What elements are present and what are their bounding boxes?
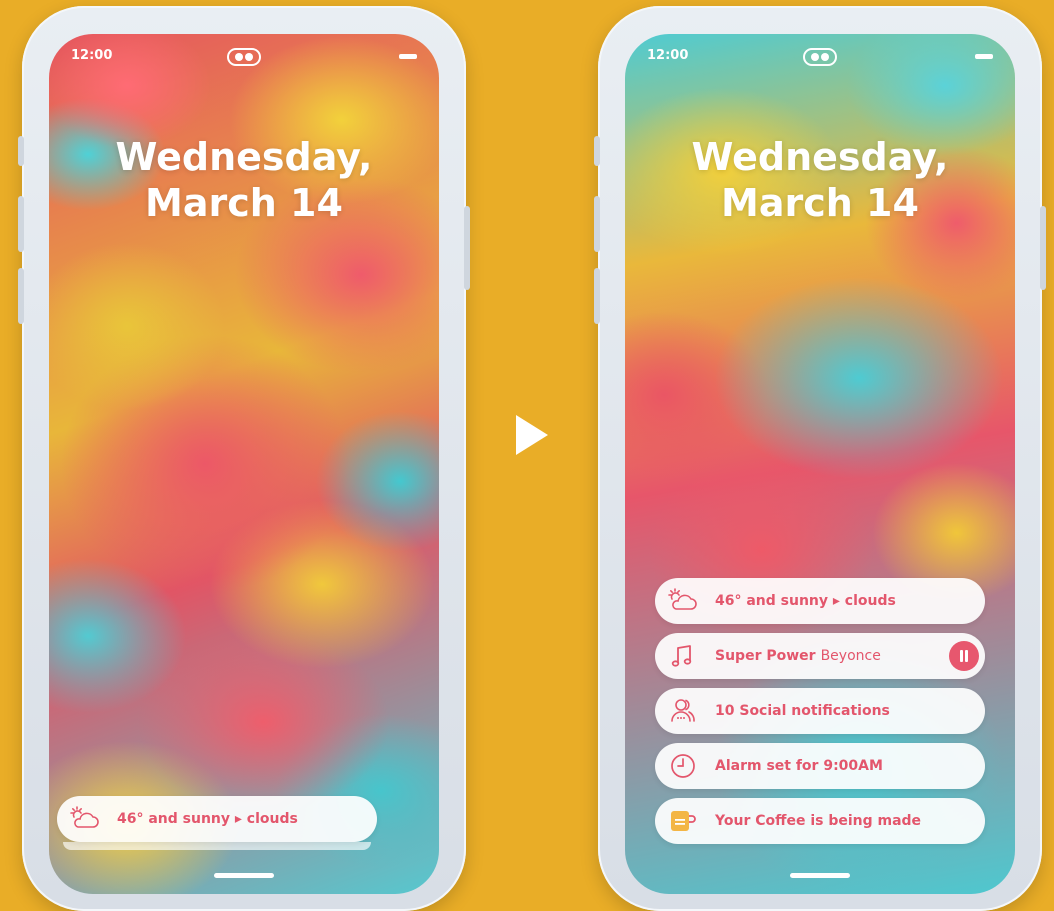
alarm-text: Alarm set for 9:00AM <box>715 758 883 774</box>
lock-screen: 12:00 Wednesday, March 14 46° and sunny … <box>49 34 439 894</box>
volume-down-button <box>18 268 24 324</box>
status-time: 12:00 <box>71 48 113 63</box>
date-weekday: Wednesday, <box>691 135 949 179</box>
battery-icon <box>975 54 993 59</box>
partly-cloudy-icon <box>667 585 699 617</box>
date-weekday: Wednesday, <box>115 135 373 179</box>
social-text: 10 Social notifications <box>715 703 890 719</box>
song-title: Super Power <box>715 648 816 664</box>
power-button <box>1040 206 1046 290</box>
date-display: Wednesday, March 14 <box>49 134 439 226</box>
date-day: March 14 <box>145 181 343 225</box>
camera-pill-icon <box>227 48 261 66</box>
social-card[interactable]: 10 Social notifications <box>655 688 985 734</box>
play-arrow-icon <box>516 415 548 455</box>
date-day: March 14 <box>721 181 919 225</box>
stacked-cards-edge <box>63 842 371 850</box>
home-indicator[interactable] <box>214 873 274 878</box>
volume-up-button <box>594 196 600 252</box>
coffee-cup-icon <box>667 805 699 837</box>
weather-text: 46° and sunny ▸ clouds <box>117 811 298 827</box>
song-artist: Beyonce <box>820 648 881 664</box>
lock-screen: 12:00 Wednesday, March 14 46° and sunny … <box>625 34 1015 894</box>
mute-switch <box>18 136 24 166</box>
pause-button[interactable] <box>949 641 979 671</box>
home-indicator[interactable] <box>790 873 850 878</box>
people-icon <box>667 695 699 727</box>
status-time: 12:00 <box>647 48 689 63</box>
weather-card[interactable]: 46° and sunny ▸ clouds <box>655 578 985 624</box>
coffee-card[interactable]: Your Coffee is being made <box>655 798 985 844</box>
weather-card[interactable]: 46° and sunny ▸ clouds <box>57 796 377 842</box>
coffee-text: Your Coffee is being made <box>715 813 922 829</box>
volume-down-button <box>594 268 600 324</box>
weather-text: 46° and sunny ▸ clouds <box>715 593 896 609</box>
power-button <box>464 206 470 290</box>
camera-pill-icon <box>803 48 837 66</box>
partly-cloudy-icon <box>69 803 101 835</box>
phone-before: 12:00 Wednesday, March 14 46° and sunny … <box>18 6 470 911</box>
clock-icon <box>667 750 699 782</box>
volume-up-button <box>18 196 24 252</box>
music-note-icon <box>667 640 699 672</box>
battery-icon <box>399 54 417 59</box>
alarm-card[interactable]: Alarm set for 9:00AM <box>655 743 985 789</box>
mute-switch <box>594 136 600 166</box>
music-card[interactable]: Super Power Beyonce <box>655 633 985 679</box>
date-display: Wednesday, March 14 <box>625 134 1015 226</box>
phone-after: 12:00 Wednesday, March 14 46° and sunny … <box>594 6 1046 911</box>
